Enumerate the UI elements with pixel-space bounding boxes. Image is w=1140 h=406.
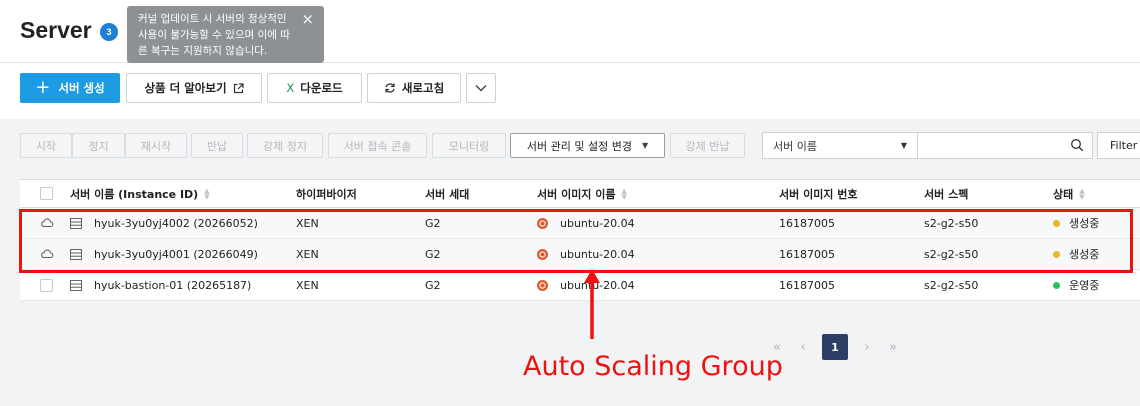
row-checkbox[interactable] [40,270,53,300]
column-header-status[interactable]: 상태 ▲ ▼ [1053,180,1085,207]
monitoring-button[interactable]: 모니터링 [432,133,506,158]
sort-icon: ▲ ▼ [1079,186,1085,201]
force-stop-button[interactable]: 강제 정지 [247,133,323,158]
return-button[interactable]: 반납 [191,133,243,158]
page-title: Server [20,17,92,43]
pagination: « ‹ 1 › » [764,334,906,360]
page-header: Server 3 커널 업데이트 시 서버의 정상적인 사용이 불가능할 수 있… [0,0,1140,63]
excel-icon: X [286,81,295,95]
sort-icon: ▲ ▼ [204,186,210,201]
create-server-button[interactable]: + 서버 생성 [20,73,120,103]
hypervisor-cell: XEN [296,278,319,292]
search-input[interactable] [918,132,1093,159]
status-dot [1053,281,1060,289]
close-icon[interactable]: × [301,10,314,28]
caret-down-icon: ▼ [641,141,649,150]
generation-cell: G2 [425,278,441,292]
server-manage-dropdown[interactable]: 서버 관리 및 설정 변경 ▼ [510,133,665,158]
refresh-button[interactable]: 새로고침 [367,73,461,103]
column-header-image-name[interactable]: 서버 이미지 이름 ▲ ▼ [537,180,627,207]
column-header-image-number: 서버 이미지 번호 [779,187,858,201]
caret-down-icon: ▼ [900,141,907,150]
download-button[interactable]: X 다운로드 [267,73,362,103]
chevron-down-icon [475,85,487,92]
spec-cell: s2-g2-s50 [924,278,979,292]
kernel-update-tooltip: 커널 업데이트 시 서버의 정상적인 사용이 불가능할 수 있으며 이에 따른 … [127,6,324,63]
column-header-hypervisor: 하이퍼바이저 [296,187,357,201]
sort-icon: ▲ ▼ [621,186,627,201]
console-button[interactable]: 서버 접속 콘솔 [328,133,427,158]
select-all-checkbox[interactable] [40,180,53,207]
server-count-badge: 3 [100,23,118,41]
column-header-spec: 서버 스펙 [924,187,969,201]
server-name[interactable]: hyuk-bastion-01 (20265187) [70,270,251,300]
tooltip-text: 커널 업데이트 시 서버의 정상적인 사용이 불가능할 수 있으며 이에 따른 … [138,13,290,57]
status-cell: 운영중 [1053,270,1099,300]
table-row[interactable]: hyuk-bastion-01 (20265187) XEN G2 ubuntu… [20,270,1140,301]
stop-button[interactable]: 정지 [72,133,125,158]
current-page[interactable]: 1 [822,334,848,360]
column-header-name[interactable]: 서버 이름 (Instance ID) ▲ ▼ [70,180,210,207]
toolbar: + 서버 생성 상품 더 알아보기 X 다운로드 새로고침 [0,63,1140,119]
start-button[interactable]: 시작 [20,133,72,158]
first-page-button[interactable]: « [764,340,790,355]
column-header-generation: 서버 세대 [425,187,470,201]
ubuntu-icon [537,279,548,291]
learn-more-button[interactable]: 상품 더 알아보기 [126,73,262,103]
last-page-button[interactable]: » [880,340,906,355]
external-link-icon [233,82,244,93]
search-field-select[interactable]: 서버 이름 ▼ [762,132,918,159]
prev-page-button[interactable]: ‹ [790,340,816,355]
refresh-icon [385,83,395,93]
server-icon [70,279,82,291]
annotation-arrow-icon [584,269,600,339]
auto-scaling-highlight-box [19,209,1133,273]
search-icon[interactable] [1070,138,1084,152]
plus-icon: + [35,77,51,98]
restart-button[interactable]: 재시작 [125,133,187,158]
filter-button[interactable]: Filter [1097,132,1140,159]
force-return-button[interactable]: 강제 반납 [670,133,745,158]
next-page-button[interactable]: › [854,340,880,355]
more-dropdown-button[interactable] [466,73,496,103]
table-header: 서버 이름 (Instance ID) ▲ ▼ 하이퍼바이저 서버 세대 서버 이… [20,179,1140,208]
auto-scaling-annotation: Auto Scaling Group [523,351,783,382]
image-number-cell: 16187005 [779,278,835,292]
